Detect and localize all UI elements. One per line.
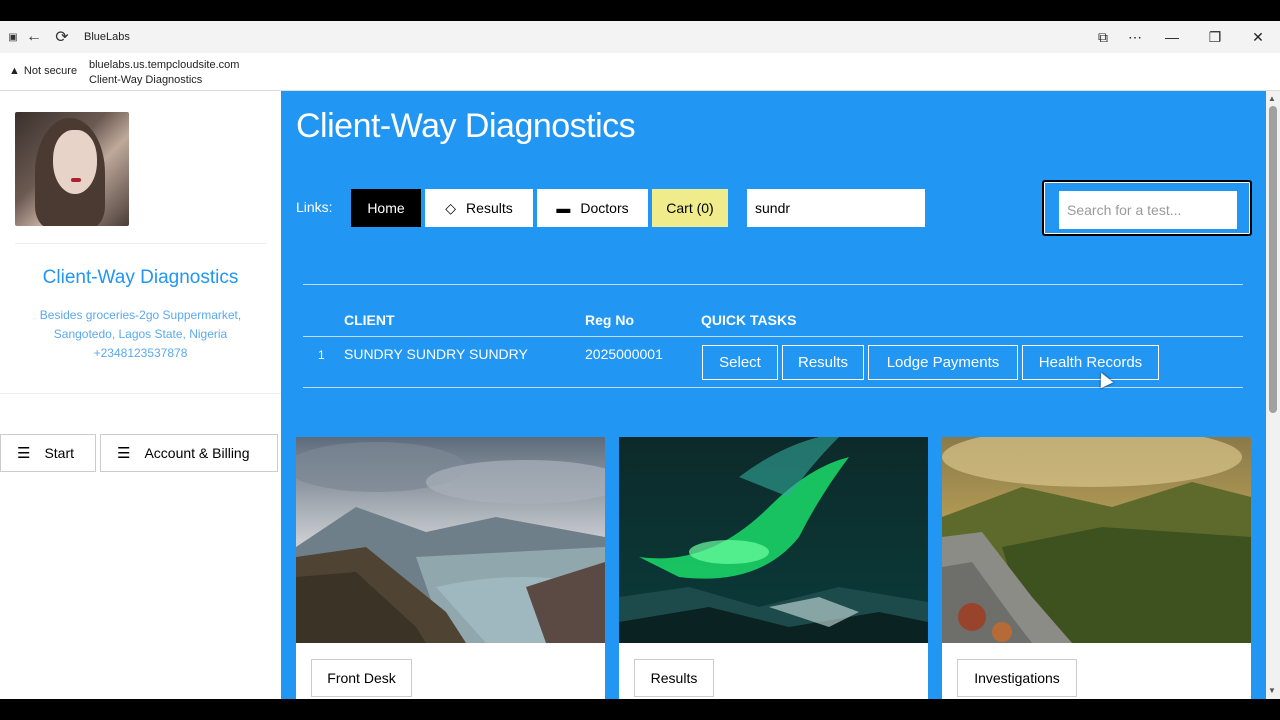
card-investigations: Investigations bbox=[942, 437, 1251, 699]
page-title: Client-Way Diagnostics bbox=[296, 107, 636, 145]
health-records-button[interactable]: Health Records bbox=[1022, 345, 1159, 380]
nav-doctors-label: Doctors bbox=[580, 200, 629, 216]
security-label: Not secure bbox=[23, 65, 78, 77]
more-icon[interactable]: ⋯ bbox=[1114, 21, 1156, 53]
refresh-icon[interactable]: ⟳ bbox=[48, 27, 76, 47]
row-index: 1 bbox=[318, 348, 325, 362]
restore-icon[interactable]: ❐ bbox=[1194, 21, 1236, 53]
address-line: Sangotedo, Lagos State, Nigeria bbox=[53, 327, 228, 341]
nav-doctors-button[interactable]: ▬ Doctors bbox=[537, 189, 648, 227]
nav-home-button[interactable]: Home bbox=[351, 189, 421, 227]
nav-home-label: Home bbox=[367, 200, 405, 216]
start-label: Start bbox=[44, 445, 75, 461]
card-front-desk: Front Desk bbox=[296, 437, 605, 699]
test-search-input[interactable] bbox=[1059, 191, 1237, 229]
diamond-icon: ◇ bbox=[445, 199, 457, 216]
client-search-input[interactable] bbox=[747, 189, 925, 227]
address-line: Besides groceries-2go Suppermarket, bbox=[39, 308, 242, 322]
scroll-down-icon[interactable]: ▼ bbox=[1268, 686, 1276, 695]
bed-icon: ▬ bbox=[556, 200, 571, 216]
minimize-icon[interactable]: — bbox=[1151, 21, 1193, 53]
avatar-lips bbox=[71, 178, 81, 182]
landscape-image bbox=[296, 437, 605, 643]
account-billing-button[interactable]: ☰ Account & Billing bbox=[100, 434, 278, 472]
warning-icon: ▲ bbox=[9, 65, 20, 77]
sidebar-title: Client-Way Diagnostics bbox=[42, 267, 239, 288]
main-content: Client-Way Diagnostics Links: Home ◇ Res… bbox=[281, 91, 1266, 699]
test-search-container bbox=[1042, 180, 1252, 236]
forest-image bbox=[942, 437, 1251, 643]
investigations-button[interactable]: Investigations bbox=[957, 659, 1077, 697]
menu-icon: ☰ bbox=[17, 445, 31, 462]
url-page-title: Client-Way Diagnostics bbox=[89, 74, 203, 86]
scroll-thumb[interactable] bbox=[1269, 106, 1277, 413]
page: Client-Way Diagnostics Besides groceries… bbox=[0, 91, 1280, 699]
tab-title: BlueLabs bbox=[84, 31, 130, 43]
card-results: Results bbox=[619, 437, 928, 699]
select-button[interactable]: Select bbox=[702, 345, 778, 380]
header-quick-tasks: QUICK TASKS bbox=[701, 312, 797, 328]
row-reg-no: 2025000001 bbox=[585, 346, 663, 362]
sidebar-divider bbox=[15, 243, 267, 244]
close-icon[interactable]: ✕ bbox=[1237, 21, 1279, 53]
row-client: SUNDRY SUNDRY SUNDRY bbox=[344, 346, 528, 362]
menu-icon: ☰ bbox=[117, 445, 131, 462]
nav-cart-button[interactable]: Cart (0) bbox=[652, 189, 728, 227]
sidebar: Client-Way Diagnostics Besides groceries… bbox=[0, 91, 281, 699]
avatar-face bbox=[53, 130, 97, 194]
nav-cart-label: Cart (0) bbox=[666, 200, 714, 216]
front-desk-button[interactable]: Front Desk bbox=[311, 659, 412, 697]
account-billing-label: Account & Billing bbox=[144, 445, 250, 461]
results-button[interactable]: Results bbox=[782, 345, 864, 380]
lodge-payments-button[interactable]: Lodge Payments bbox=[868, 345, 1018, 380]
header-client: CLIENT bbox=[344, 312, 395, 328]
back-icon[interactable]: ← bbox=[20, 28, 48, 46]
security-indicator[interactable]: ▲ Not secure bbox=[9, 65, 77, 77]
start-button[interactable]: ☰ Start bbox=[0, 434, 96, 472]
scroll-up-icon[interactable]: ▲ bbox=[1268, 94, 1276, 103]
phone-number: +2348123537878 bbox=[93, 346, 188, 360]
nav-results-label: Results bbox=[466, 200, 513, 216]
app-icon: ▣ bbox=[8, 31, 18, 43]
nav-results-button[interactable]: ◇ Results bbox=[425, 189, 533, 227]
screen: ▣ ← ⟳ BlueLabs ⧉ ⋯ — ❐ ✕ ▲ Not secure bl… bbox=[0, 0, 1280, 720]
header-reg-no: Reg No bbox=[585, 312, 634, 328]
avatar bbox=[15, 112, 129, 226]
results-card-button[interactable]: Results bbox=[634, 659, 714, 697]
aurora-image bbox=[619, 437, 928, 643]
sidebar-address: Besides groceries-2go Suppermarket, Sang… bbox=[20, 306, 261, 363]
url-text: bluelabs.us.tempcloudsite.com bbox=[89, 59, 240, 71]
browser-titlebar: ▣ ← ⟳ BlueLabs ⧉ ⋯ — ❐ ✕ bbox=[0, 21, 1280, 53]
url-display[interactable]: bluelabs.us.tempcloudsite.com Client-Way… bbox=[89, 58, 239, 88]
sidebar-divider bbox=[0, 393, 281, 394]
table-divider bbox=[303, 284, 1243, 285]
table-divider bbox=[303, 336, 1243, 337]
links-label: Links: bbox=[296, 199, 333, 215]
address-bar[interactable]: ▲ Not secure bluelabs.us.tempcloudsite.c… bbox=[0, 53, 1280, 91]
scrollbar[interactable]: ▲ ▼ bbox=[1266, 91, 1280, 699]
